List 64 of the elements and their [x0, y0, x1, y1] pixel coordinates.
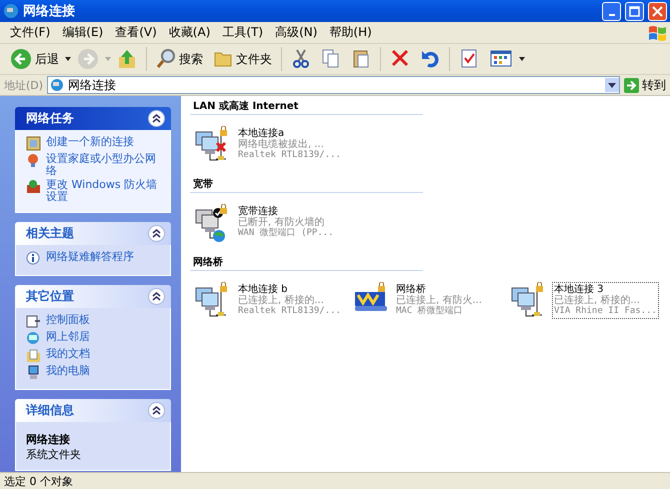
dropdown-caret-icon [105, 57, 111, 61]
pane-title: 其它位置 [26, 288, 74, 305]
address-label: 地址(D) [4, 78, 44, 92]
search-icon [156, 48, 176, 70]
go-arrow-icon [624, 78, 639, 92]
pane-title: 详细信息 [26, 402, 74, 419]
connection-item[interactable]: 本地连接a 网络电缆被拔出, ... Realtek RTL8139/... [236, 126, 343, 163]
menu-item[interactable]: 高级(N) [269, 24, 324, 41]
details-name: 网络连接 [26, 432, 71, 447]
details-type: 系统文件夹 [26, 447, 82, 462]
minimize-button[interactable] [602, 2, 621, 20]
collapse-chevron-icon[interactable] [148, 288, 165, 305]
task-link[interactable]: 控制面板 [46, 314, 90, 326]
control-panel-icon [26, 314, 41, 329]
connection-item[interactable]: 本地连接 3 已连接上, 桥接的... VIA Rhine II Fas... [552, 282, 659, 319]
properties-icon [459, 48, 479, 70]
search-button[interactable]: 搜索 [152, 46, 207, 72]
close-icon [652, 6, 663, 16]
group-header: 宽带 [190, 177, 423, 193]
dropdown-caret-icon [519, 57, 525, 61]
info-icon [26, 251, 41, 266]
back-button[interactable]: 后退 [6, 46, 63, 72]
collapse-chevron-icon[interactable] [148, 110, 165, 127]
menu-item[interactable]: 收藏(A) [162, 24, 216, 41]
computer-icon [26, 365, 41, 380]
collapse-chevron-icon[interactable] [148, 402, 165, 419]
network-folder-icon [50, 78, 64, 92]
connection-item[interactable]: 宽带连接 已断开, 有防火墙的 WAN 微型端口 (PP... [236, 204, 336, 241]
minimize-icon [608, 14, 614, 16]
documents-folder-icon [26, 348, 41, 363]
task-link[interactable]: 我的电脑 [46, 365, 90, 377]
folder-up-icon [117, 48, 137, 70]
menu-item[interactable]: 编辑(E) [56, 24, 110, 41]
go-button[interactable]: 转到 [624, 76, 666, 94]
undo-arrow-icon [420, 48, 440, 70]
pane-title: 网络任务 [26, 110, 74, 127]
task-link[interactable]: 更改 Windows 防火墙设置 [46, 179, 162, 203]
copy-icon [321, 48, 341, 70]
group-header: LAN 或高速 Internet [190, 99, 423, 115]
task-link[interactable]: 我的文档 [46, 348, 90, 360]
task-link[interactable]: 网上邻居 [46, 331, 90, 343]
group-header: 网络桥 [190, 255, 423, 271]
window-title: 网络连接 [23, 2, 76, 20]
scissors-icon [291, 48, 311, 70]
connection-item[interactable]: 网络桥 已连接上, 有防火... MAC 桥微型端口 [394, 282, 484, 319]
task-link[interactable]: 创建一个新的连接 [46, 136, 134, 148]
task-link[interactable]: 设置家庭或小型办公网络 [46, 153, 162, 177]
maximize-icon [629, 6, 640, 16]
dropdown-caret-icon [608, 82, 616, 88]
dropdown-caret-icon [65, 57, 71, 61]
menu-item[interactable]: 查看(V) [109, 24, 163, 41]
folders-button[interactable]: 文件夹 [209, 46, 276, 72]
pane-title: 相关主题 [26, 225, 74, 242]
maximize-button[interactable] [625, 2, 644, 20]
menu-item[interactable]: 工具(T) [216, 24, 270, 41]
clipboard-icon [351, 48, 371, 70]
menu-item[interactable]: 文件(F) [4, 24, 56, 41]
address-field[interactable]: 网络连接 [47, 76, 620, 94]
network-folder-icon [3, 3, 19, 19]
status-text: 选定 0 个对象 [4, 474, 73, 488]
close-button[interactable] [648, 2, 667, 20]
collapse-chevron-icon[interactable] [148, 225, 165, 242]
connection-item[interactable]: 本地连接 b 已连接上, 桥接的... Realtek RTL8139/... [236, 282, 343, 319]
menu-item[interactable]: 帮助(H) [323, 24, 378, 41]
